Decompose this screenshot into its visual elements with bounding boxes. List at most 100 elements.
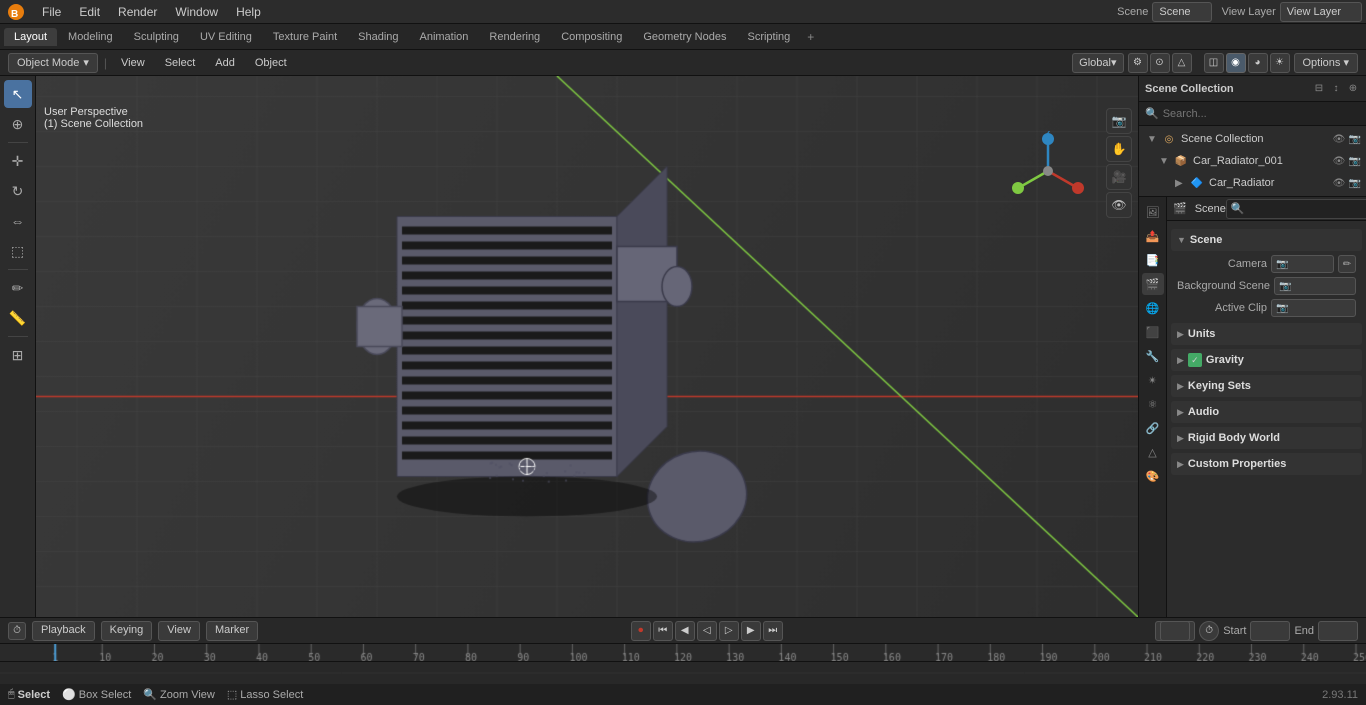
scene-properties-icon[interactable]: 🎬 (1142, 273, 1164, 295)
active-clip-value[interactable]: 📷 (1271, 299, 1356, 317)
render-properties-icon[interactable]: 🖼 (1142, 201, 1164, 223)
tab-sculpting[interactable]: Sculpting (124, 28, 189, 46)
expand-icon-3[interactable]: ▶ (1175, 178, 1187, 189)
move-tool[interactable]: ✛ (4, 147, 32, 175)
keying-menu[interactable]: Keying (101, 621, 153, 641)
rigid-body-world-section-header[interactable]: ▶ Rigid Body World (1171, 427, 1362, 449)
tab-rendering[interactable]: Rendering (479, 28, 550, 46)
output-properties-icon[interactable]: 📤 (1142, 225, 1164, 247)
tab-modeling[interactable]: Modeling (58, 28, 123, 46)
tab-geometry-nodes[interactable]: Geometry Nodes (633, 28, 736, 46)
expand-icon[interactable]: ▼ (1147, 134, 1159, 145)
object-mode-dropdown[interactable]: Object Mode ▾ (8, 53, 98, 73)
view-layer-selector[interactable]: View Layer (1280, 2, 1362, 22)
object-properties-icon[interactable]: ⬛ (1142, 321, 1164, 343)
custom-properties-section-header[interactable]: ▶ Custom Properties (1171, 453, 1362, 475)
outliner-filter-icon[interactable]: ⊟ (1312, 82, 1326, 96)
pan-tool[interactable]: ✋ (1106, 136, 1132, 162)
rendered-view-button[interactable]: ☀ (1270, 53, 1290, 73)
marker-menu[interactable]: Marker (206, 621, 258, 641)
transform-dropdown[interactable]: Global▾ (1072, 53, 1123, 73)
tab-layout[interactable]: Layout (4, 28, 57, 46)
gravity-section-header[interactable]: ▶ ✓ Gravity (1171, 349, 1362, 371)
audio-section-header[interactable]: ▶ Audio (1171, 401, 1362, 423)
measure-tool[interactable]: 📏 (4, 304, 32, 332)
annotate-tool[interactable]: ✏ (4, 274, 32, 302)
material-preview-button[interactable]: ◕ (1248, 53, 1268, 73)
world-properties-icon[interactable]: 🌐 (1142, 297, 1164, 319)
timeline-editor-icon[interactable]: ⏱ (8, 622, 26, 640)
camera-align-tool[interactable]: 🎥 (1106, 164, 1132, 190)
frame-start-input[interactable]: 1 (1250, 621, 1290, 641)
select-tool[interactable]: ↖ (4, 80, 32, 108)
playback-menu[interactable]: Playback (32, 621, 95, 641)
visibility-tool[interactable]: 👁 (1106, 192, 1132, 218)
scene-selector[interactable]: Scene (1152, 2, 1211, 22)
menu-edit[interactable]: Edit (71, 3, 108, 21)
restrict-viewport-icon[interactable]: 👁 (1332, 132, 1346, 146)
add-workspace-button[interactable]: + (801, 28, 820, 46)
options-button[interactable]: Options ▾ (1294, 53, 1359, 73)
scene-canvas-3d[interactable] (36, 76, 1138, 617)
gravity-checkbox[interactable]: ✓ (1188, 353, 1202, 367)
menu-render[interactable]: Render (110, 3, 165, 21)
transform-pivot-button[interactable]: △ (1172, 53, 1192, 73)
keying-sets-section-header[interactable]: ▶ Keying Sets (1171, 375, 1362, 397)
outliner-item-car-radiator-001[interactable]: ▼ 📦 Car_Radiator_001 👁 📷 (1139, 150, 1366, 172)
tab-animation[interactable]: Animation (410, 28, 479, 46)
camera-value[interactable]: 📷 (1271, 255, 1334, 273)
scale-tool[interactable]: ⇔ (4, 207, 32, 235)
camera-view-tool[interactable]: 📷 (1106, 108, 1132, 134)
vp-menu-add[interactable]: Add (207, 55, 243, 71)
jump-end-button[interactable]: ⏭ (763, 621, 783, 641)
cursor-tool[interactable]: ⊕ (4, 110, 32, 138)
tab-compositing[interactable]: Compositing (551, 28, 632, 46)
next-frame-button[interactable]: ▶ (741, 621, 761, 641)
proportional-edit-button[interactable]: ⊙ (1150, 53, 1170, 73)
rotate-tool[interactable]: ↻ (4, 177, 32, 205)
timeline-body[interactable] (0, 661, 1366, 683)
outliner-item-scene-collection[interactable]: ▼ ◎ Scene Collection 👁 📷 (1139, 128, 1366, 150)
camera-edit-icon[interactable]: ✏ (1338, 255, 1356, 273)
scene-section-header[interactable]: ▼ Scene (1171, 229, 1362, 251)
viewport-3d[interactable]: User Perspective (1) Scene Collection Z … (36, 76, 1138, 617)
car-radiator-viewport-icon[interactable]: 👁 (1332, 176, 1346, 190)
add-tool[interactable]: ⊞ (4, 341, 32, 369)
vp-menu-view[interactable]: View (113, 55, 153, 71)
tab-uv-editing[interactable]: UV Editing (190, 28, 262, 46)
vp-menu-select[interactable]: Select (157, 55, 204, 71)
jump-start-button[interactable]: ⏮ (653, 621, 673, 641)
viewport-vis-icon[interactable]: 👁 (1332, 154, 1346, 168)
physics-properties-icon[interactable]: ⚛ (1142, 393, 1164, 415)
background-scene-value[interactable]: 📷 (1274, 277, 1356, 295)
outliner-search-input[interactable] (1163, 108, 1360, 120)
properties-search-input[interactable] (1226, 199, 1366, 219)
play-reverse-button[interactable]: ◁ (697, 621, 717, 641)
solid-view-button[interactable]: ◉ (1226, 53, 1246, 73)
transform-tool[interactable]: ⬚ (4, 237, 32, 265)
record-button[interactable]: ⏺ (631, 621, 651, 641)
snap-button[interactable]: ⚙ (1128, 53, 1148, 73)
tab-scripting[interactable]: Scripting (737, 28, 800, 46)
particles-properties-icon[interactable]: ✴ (1142, 369, 1164, 391)
timeline-ruler[interactable] (0, 643, 1366, 661)
view-layer-properties-icon[interactable]: 📑 (1142, 249, 1164, 271)
modifier-properties-icon[interactable]: 🔧 (1142, 345, 1164, 367)
outliner-sort-icon[interactable]: ↕ (1329, 82, 1343, 96)
units-section-header[interactable]: ▶ Units (1171, 323, 1362, 345)
outliner-item-car-radiator[interactable]: ▶ 🔷 Car_Radiator 👁 📷 (1139, 172, 1366, 194)
expand-icon-2[interactable]: ▼ (1159, 156, 1171, 167)
play-button[interactable]: ▷ (719, 621, 739, 641)
wireframe-button[interactable]: ◫ (1204, 53, 1224, 73)
current-frame-input[interactable]: 1 (1160, 621, 1190, 641)
tab-shading[interactable]: Shading (348, 28, 408, 46)
object-data-properties-icon[interactable]: △ (1142, 441, 1164, 463)
constraints-properties-icon[interactable]: 🔗 (1142, 417, 1164, 439)
view-menu[interactable]: View (158, 621, 200, 641)
restrict-render-icon[interactable]: 📷 (1348, 132, 1362, 146)
menu-window[interactable]: Window (167, 3, 226, 21)
material-properties-icon[interactable]: 🎨 (1142, 465, 1164, 487)
render-vis-icon[interactable]: 📷 (1348, 154, 1362, 168)
car-radiator-render-icon[interactable]: 📷 (1348, 176, 1362, 190)
vp-menu-object[interactable]: Object (247, 55, 295, 71)
